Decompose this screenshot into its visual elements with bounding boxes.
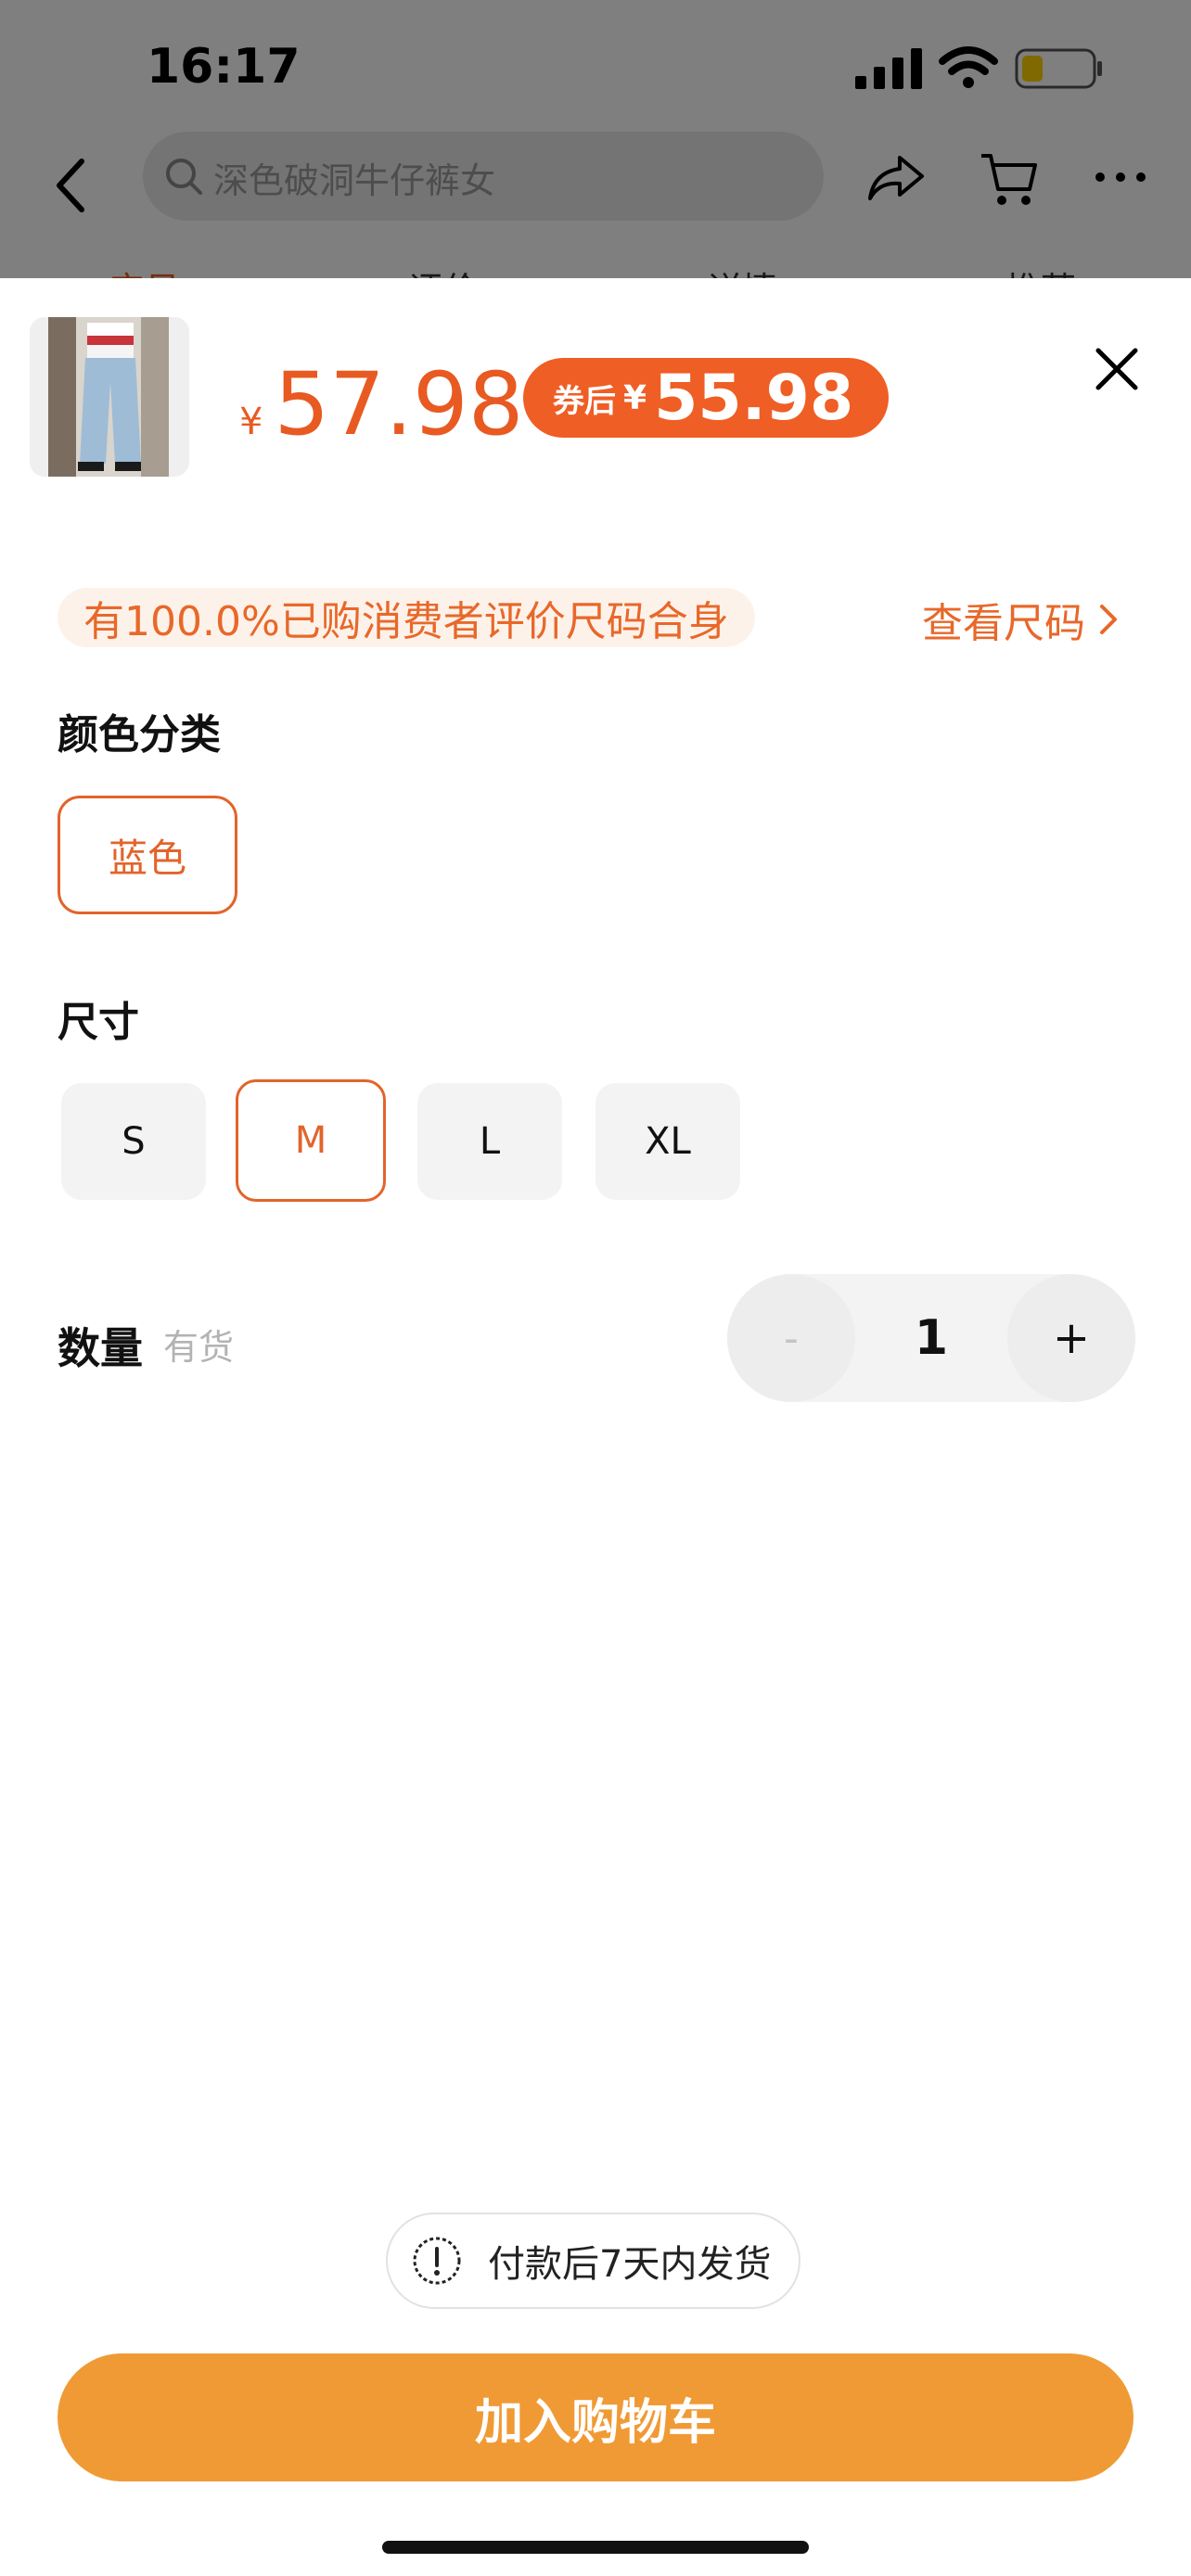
coupon-currency: ¥ <box>623 378 647 417</box>
color-section-title: 颜色分类 <box>58 711 221 759</box>
background-page: 16:17 深色破洞牛仔裤女 <box>0 0 1191 299</box>
product-thumbnail[interactable] <box>30 317 189 477</box>
size-option-xl[interactable]: XL <box>596 1083 740 1200</box>
coupon-price-badge: 券后 ¥ 55.98 <box>523 358 890 438</box>
size-option-s[interactable]: S <box>61 1083 206 1200</box>
coupon-price: 55.98 <box>654 361 854 435</box>
coupon-label: 券后 <box>553 382 616 420</box>
shipping-note: 付款后7天内发货 <box>386 2213 801 2309</box>
dim-overlay[interactable] <box>0 0 1191 278</box>
decrease-button[interactable]: - <box>727 1274 855 1402</box>
sku-selector-sheet: ¥57.98 券后 ¥ 55.98 有100.0%已购消费者评价尺码合身 查看尺… <box>0 278 1191 2576</box>
size-option-l[interactable]: L <box>417 1083 562 1200</box>
size-fit-info: 有100.0%已购消费者评价尺码合身 <box>58 588 755 647</box>
alert-icon <box>413 2237 461 2285</box>
price: ¥57.98 <box>239 354 524 455</box>
quantity-value[interactable]: 1 <box>855 1274 1007 1402</box>
view-size-link[interactable]: 查看尺码 <box>922 590 1119 649</box>
chevron-right-icon <box>1100 605 1117 634</box>
shipping-note-text: 付款后7天内发货 <box>488 2243 772 2286</box>
product-image <box>30 317 189 477</box>
home-indicator <box>382 2541 809 2554</box>
color-option-blue[interactable]: 蓝色 <box>58 796 237 914</box>
size-option-m[interactable]: M <box>236 1079 386 1202</box>
view-size-label: 查看尺码 <box>922 600 1085 647</box>
stock-status: 有货 <box>163 1327 235 1368</box>
quantity-stepper: - 1 + <box>727 1274 1135 1402</box>
price-currency: ¥ <box>239 401 263 443</box>
price-value: 57.98 <box>274 354 524 455</box>
add-to-cart-button[interactable]: 加入购物车 <box>58 2353 1133 2481</box>
size-section-title: 尺寸 <box>58 999 139 1046</box>
close-icon[interactable] <box>1089 341 1145 397</box>
quantity-label: 数量 <box>58 1323 143 1373</box>
increase-button[interactable]: + <box>1007 1274 1135 1402</box>
